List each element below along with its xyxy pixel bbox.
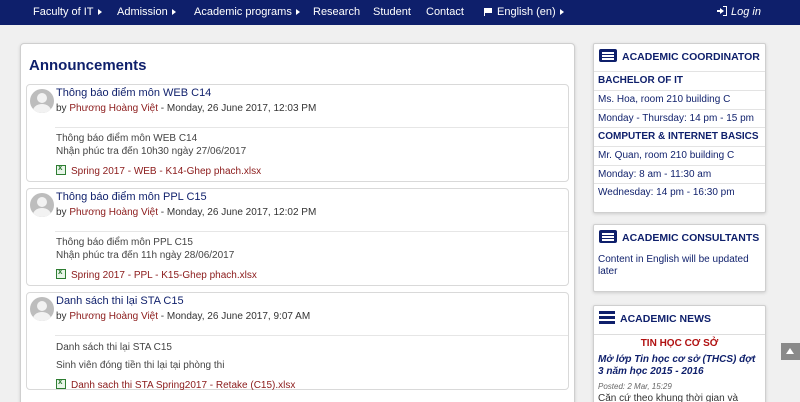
card-heading-text: ACADEMIC NEWS bbox=[620, 313, 711, 325]
office-hours: Monday - Thursday: 14 pm - 15 pm bbox=[594, 109, 765, 127]
office-hours: Monday: 8 am - 11:30 am bbox=[594, 165, 765, 183]
list-card-icon bbox=[599, 230, 617, 243]
scroll-to-top-button[interactable] bbox=[781, 343, 800, 360]
card-heading: ACADEMIC CONSULTANTS bbox=[599, 230, 759, 246]
avatar[interactable] bbox=[30, 89, 54, 113]
news-category[interactable]: TIN HỌC CƠ SỞ bbox=[594, 334, 765, 353]
avatar[interactable] bbox=[30, 297, 54, 321]
office-hours: Wednesday: 14 pm - 16:30 pm bbox=[594, 183, 765, 201]
post-date: - Monday, 26 June 2017, 12:03 PM bbox=[158, 103, 317, 114]
announcement-post: Thông báo điểm môn PPL C15 by Phương Hoà… bbox=[26, 188, 569, 286]
academic-news-card: ACADEMIC NEWS TIN HỌC CƠ SỞ Mở lớp Tin h… bbox=[593, 305, 766, 402]
post-body-line: Thông báo điểm môn PPL C15 bbox=[56, 237, 193, 248]
login-label: Log in bbox=[731, 6, 761, 18]
post-author[interactable]: Phương Hoàng Việt bbox=[69, 207, 158, 218]
post-author[interactable]: Phương Hoàng Việt bbox=[69, 103, 158, 114]
post-body-line: Nhận phúc tra đến 11h ngày 28/06/2017 bbox=[56, 250, 235, 261]
nav-label: Academic programs bbox=[194, 6, 292, 18]
post-body-line: Sinh viên đóng tiền thi lại tại phòng th… bbox=[56, 360, 225, 371]
nav-label: Faculty of IT bbox=[33, 6, 94, 18]
login-link[interactable]: Log in bbox=[717, 0, 761, 25]
nav-admission[interactable]: Admission bbox=[117, 0, 176, 25]
page-title: Announcements bbox=[29, 57, 147, 74]
nav-label: Admission bbox=[117, 6, 168, 18]
announcement-post: Thông báo điểm môn WEB C14 by Phương Hoà… bbox=[26, 84, 569, 182]
nav-label: Student bbox=[373, 6, 411, 18]
sign-in-icon bbox=[717, 6, 727, 16]
post-body-line: Danh sách thi lại STA C15 bbox=[56, 342, 172, 353]
attachment-name: Spring 2017 - PPL - K15-Ghep phach.xlsx bbox=[71, 270, 257, 281]
program-heading: BACHELOR OF IT bbox=[594, 71, 765, 89]
nav-label: Contact bbox=[426, 6, 464, 18]
nav-student[interactable]: Student bbox=[373, 0, 411, 25]
divider bbox=[55, 335, 568, 336]
post-by: by bbox=[56, 103, 67, 114]
nav-research[interactable]: Research bbox=[313, 0, 360, 25]
program-heading: COMPUTER & INTERNET BASICS bbox=[594, 127, 765, 145]
news-date: Posted: 2 Mar, 15:29 bbox=[598, 382, 672, 391]
post-author[interactable]: Phương Hoàng Việt bbox=[69, 311, 158, 322]
divider bbox=[55, 231, 568, 232]
divider bbox=[55, 127, 568, 128]
nav-academic-programs[interactable]: Academic programs bbox=[194, 0, 300, 25]
post-by: by bbox=[56, 207, 67, 218]
post-date: - Monday, 26 June 2017, 9:07 AM bbox=[158, 311, 311, 322]
news-title[interactable]: Mở lớp Tin học cơ sở (THCS) đợt 3 năm họ… bbox=[598, 354, 763, 378]
post-title[interactable]: Danh sách thi lại STA C15 bbox=[56, 295, 184, 307]
attachment-link[interactable]: Spring 2017 - PPL - K15-Ghep phach.xlsx bbox=[56, 267, 257, 281]
card-heading-text: ACADEMIC COORDINATOR bbox=[622, 51, 760, 63]
excel-file-icon bbox=[56, 267, 66, 279]
nav-contact[interactable]: Contact bbox=[426, 0, 464, 25]
post-body-line: Thông báo điểm môn WEB C14 bbox=[56, 133, 198, 144]
caret-right-icon bbox=[295, 9, 300, 15]
announcements-panel: Announcements Thông báo điểm môn WEB C14… bbox=[20, 43, 575, 402]
news-snippet: Căn cứ theo khung thời gian và bbox=[598, 393, 739, 402]
announcement-post: Danh sách thi lại STA C15 by Phương Hoàn… bbox=[26, 292, 569, 391]
excel-file-icon bbox=[56, 377, 66, 389]
excel-file-icon bbox=[56, 163, 66, 175]
attachment-name: Danh sach thi STA Spring2017 - Retake (C… bbox=[71, 380, 296, 391]
post-meta: by Phương Hoàng Việt - Monday, 26 June 2… bbox=[56, 311, 310, 322]
post-body-line: Nhận phúc tra đến 10h30 ngày 27/06/2017 bbox=[56, 146, 247, 157]
card-heading: ACADEMIC COORDINATOR bbox=[599, 49, 760, 65]
caret-right-icon bbox=[559, 9, 564, 15]
attachment-link[interactable]: Spring 2017 - WEB - K14-Ghep phach.xlsx bbox=[56, 163, 262, 177]
top-navbar: Faculty of IT Admission Academic program… bbox=[0, 0, 800, 25]
flag-icon bbox=[484, 8, 493, 16]
coordinator-contact: Mr. Quan, room 210 building C bbox=[594, 146, 765, 164]
card-heading: ACADEMIC NEWS bbox=[599, 311, 711, 327]
attachment-link[interactable]: Danh sach thi STA Spring2017 - Retake (C… bbox=[56, 377, 296, 391]
nav-faculty-of-it[interactable]: Faculty of IT bbox=[33, 0, 102, 25]
card-heading-text: ACADEMIC CONSULTANTS bbox=[622, 232, 760, 244]
attachment-name: Spring 2017 - WEB - K14-Ghep phach.xlsx bbox=[71, 166, 262, 177]
avatar[interactable] bbox=[30, 193, 54, 217]
post-meta: by Phương Hoàng Việt - Monday, 26 June 2… bbox=[56, 103, 316, 114]
post-title[interactable]: Thông báo điểm môn PPL C15 bbox=[56, 191, 207, 203]
post-by: by bbox=[56, 311, 67, 322]
academic-coordinator-card: ACADEMIC COORDINATOR BACHELOR OF IT Ms. … bbox=[593, 43, 766, 213]
nav-label: Research bbox=[313, 6, 361, 18]
language-selector[interactable]: English (en) bbox=[484, 0, 564, 25]
post-title[interactable]: Thông báo điểm môn WEB C14 bbox=[56, 87, 211, 99]
academic-consultants-card: ACADEMIC CONSULTANTS Content in English … bbox=[593, 224, 766, 292]
caret-right-icon bbox=[171, 9, 176, 15]
caret-right-icon bbox=[97, 9, 102, 15]
coordinator-contact: Ms. Hoa, room 210 building C bbox=[594, 90, 765, 108]
list-card-icon bbox=[599, 49, 617, 62]
language-label: English (en) bbox=[497, 6, 556, 18]
post-meta: by Phương Hoàng Việt - Monday, 26 June 2… bbox=[56, 207, 316, 218]
consultants-text: Content in English will be updated later bbox=[598, 254, 749, 277]
list-icon bbox=[599, 311, 615, 324]
post-date: - Monday, 26 June 2017, 12:02 PM bbox=[158, 207, 317, 218]
